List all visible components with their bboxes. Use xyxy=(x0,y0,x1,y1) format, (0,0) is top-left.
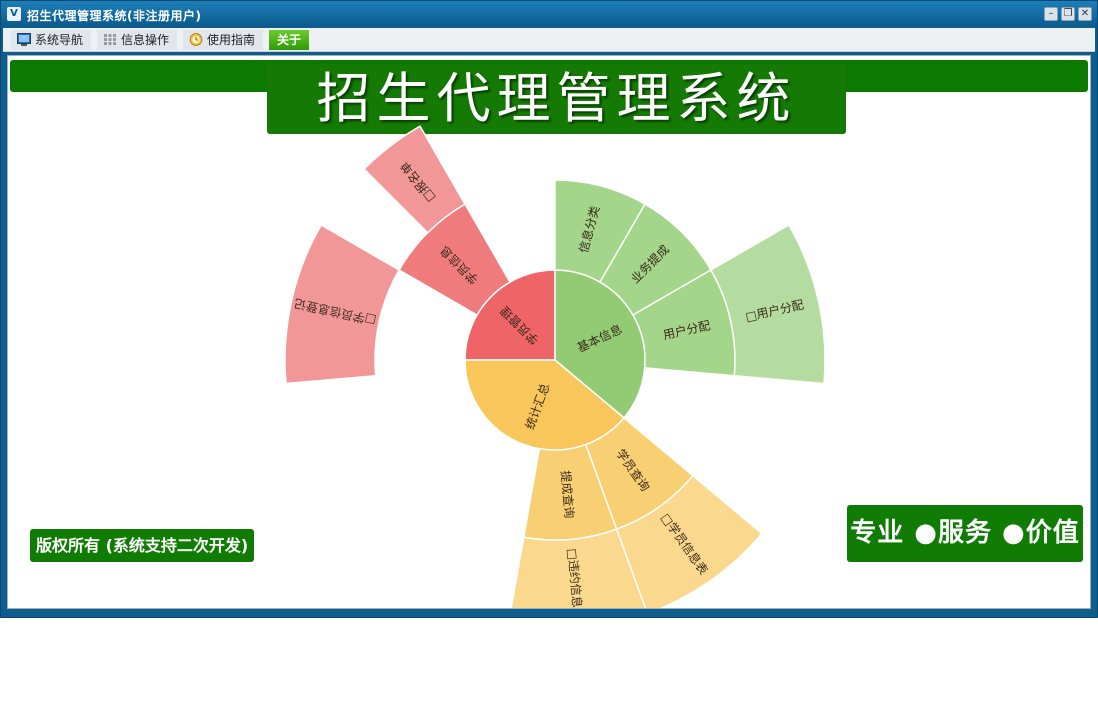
navigation-sunburst: 学员管理 基本信息统计汇总学员信息信息分类业务提成用户分配学员查询提成查询□报名单… xyxy=(284,125,826,608)
